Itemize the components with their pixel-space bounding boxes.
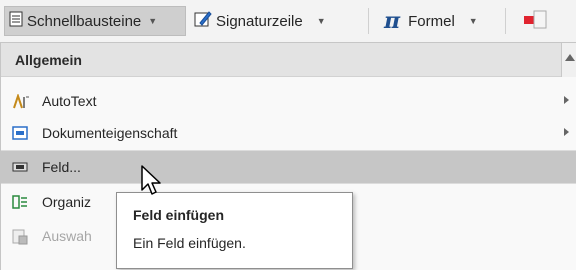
symbol-icon: [520, 8, 550, 34]
menu-item-autotext[interactable]: AutoText: [1, 85, 576, 117]
quickparts-label: Schnellbausteine: [27, 12, 142, 30]
mouse-pointer-icon: [140, 164, 164, 198]
menu-item-label: Feld...: [42, 159, 81, 175]
chevron-down-icon: ▼: [468, 16, 478, 26]
menu-item-label: Auswah: [42, 228, 92, 244]
field-icon: [12, 160, 28, 174]
toolbar-separator: [368, 8, 369, 34]
menu-item-field[interactable]: Feld...: [1, 151, 576, 183]
equation-button[interactable]: π Formel ▼: [380, 6, 498, 36]
autotext-icon: [12, 92, 29, 109]
pi-icon: π: [384, 8, 401, 34]
chevron-down-icon: ▼: [148, 16, 158, 26]
menu-section-header: Allgemein: [1, 43, 561, 77]
organizer-icon: [12, 195, 28, 209]
menu-divider: [1, 183, 576, 184]
ribbon-toolbar: Schnellbausteine ▼ Signaturzeile ▼ π For…: [0, 0, 576, 42]
signature-line-label: Signaturzeile: [216, 12, 303, 30]
equation-label: Formel: [408, 12, 455, 30]
menu-scroll-up-button[interactable]: [561, 43, 576, 77]
menu-item-label: Organiz: [42, 194, 92, 210]
chevron-up-icon: [565, 54, 575, 61]
signature-line-button[interactable]: Signaturzeile ▼: [190, 6, 360, 36]
tooltip-title: Feld einfügen: [133, 207, 224, 223]
quickparts-button[interactable]: Schnellbausteine ▼: [4, 6, 186, 36]
menu-item-label: Dokumenteigenschaft: [42, 125, 178, 141]
signature-line-icon: [194, 10, 212, 32]
menu-item-label: AutoText: [42, 93, 97, 109]
tooltip: Feld einfügen Ein Feld einfügen.: [116, 192, 353, 269]
document-property-icon: [12, 126, 28, 140]
save-selection-icon: [12, 229, 28, 245]
submenu-arrow-icon: [564, 128, 569, 136]
symbol-button[interactable]: [516, 6, 576, 36]
chevron-down-icon: ▼: [316, 16, 326, 26]
tooltip-description: Ein Feld einfügen.: [133, 235, 246, 251]
toolbar-separator: [505, 8, 506, 34]
menu-item-document-property[interactable]: Dokumenteigenschaft: [1, 117, 576, 149]
quickparts-icon: [9, 11, 23, 31]
submenu-arrow-icon: [564, 96, 569, 104]
